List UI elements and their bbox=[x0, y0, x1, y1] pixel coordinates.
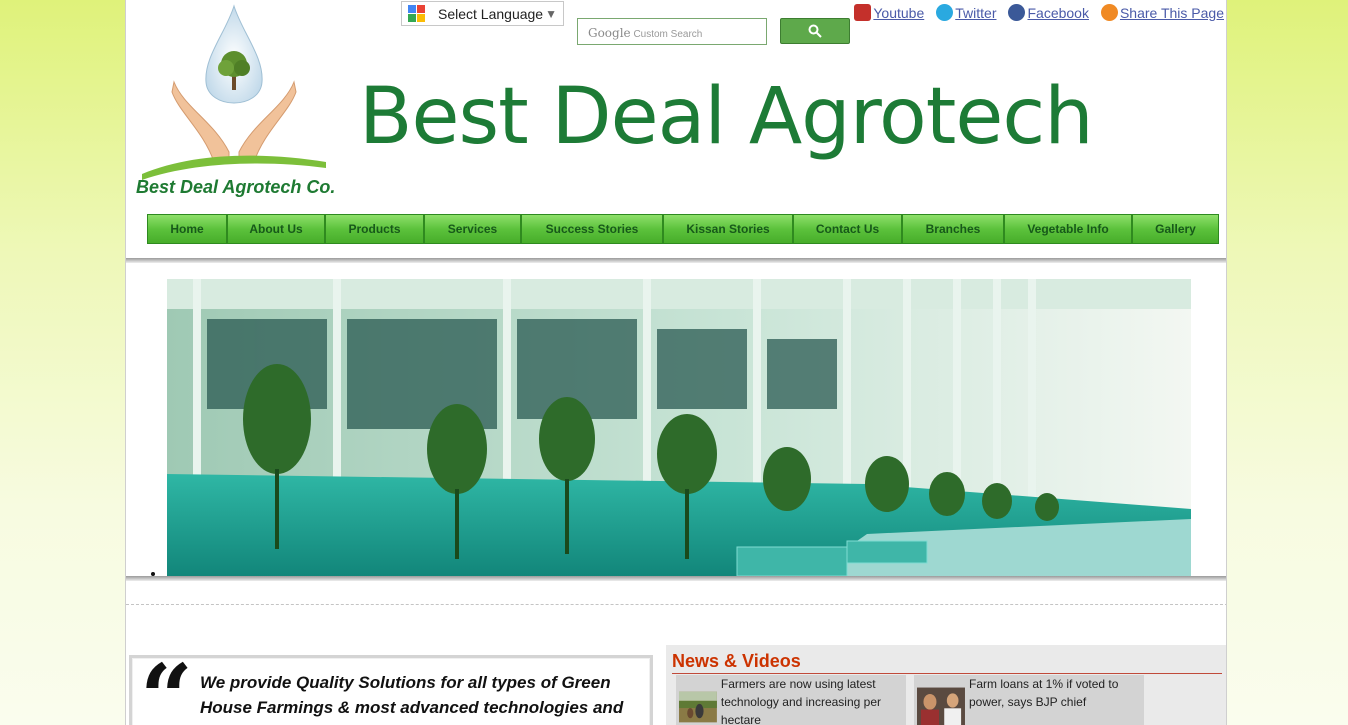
social-links: Youtube Twitter Facebook Share This Page bbox=[854, 4, 1224, 21]
facebook-icon bbox=[1008, 4, 1026, 21]
slider-bullet[interactable] bbox=[151, 572, 155, 576]
company-logo[interactable] bbox=[134, 2, 334, 202]
chevron-down-icon: ▼ bbox=[545, 6, 557, 21]
search-icon bbox=[808, 24, 822, 38]
search-input[interactable]: Google Custom Search bbox=[577, 18, 767, 45]
news-heading: News & Videos bbox=[672, 651, 1222, 674]
language-select[interactable]: Select Language ▼ bbox=[401, 1, 564, 26]
search-placeholder: Custom Search bbox=[633, 29, 703, 40]
nav-success-stories[interactable]: Success Stories bbox=[522, 215, 664, 243]
header-divider bbox=[126, 258, 1226, 263]
nav-vegetable-info[interactable]: Vegetable Info bbox=[1005, 215, 1133, 243]
nav-gallery[interactable]: Gallery bbox=[1133, 215, 1218, 243]
nav-about-us[interactable]: About Us bbox=[228, 215, 326, 243]
nav-products[interactable]: Products bbox=[326, 215, 425, 243]
logo-caption: Best Deal Agrotech Co. bbox=[136, 177, 336, 197]
nav-services[interactable]: Services bbox=[425, 215, 522, 243]
twitter-link[interactable]: Twitter bbox=[936, 4, 996, 21]
nav-branches[interactable]: Branches bbox=[903, 215, 1005, 243]
news-thumbnail-politicians bbox=[917, 687, 965, 725]
nav-contact-us[interactable]: Contact Us bbox=[794, 215, 903, 243]
intro-quote: “ We provide Quality Solutions for all t… bbox=[129, 644, 653, 725]
search-brand: Google bbox=[588, 26, 631, 40]
quote-mark-icon: “ bbox=[140, 644, 193, 725]
greenhouse-banner-image[interactable] bbox=[167, 279, 1191, 576]
share-page-link[interactable]: Share This Page bbox=[1100, 4, 1224, 21]
rss-share-icon bbox=[1100, 4, 1118, 21]
news-item[interactable]: Farmers are now using latest technology … bbox=[676, 675, 906, 725]
youtube-icon bbox=[854, 4, 872, 21]
google-translate-icon bbox=[408, 4, 426, 23]
banner-divider bbox=[126, 576, 1226, 581]
main-nav: Home About Us Products Services Success … bbox=[147, 214, 1219, 244]
nav-kissan-stories[interactable]: Kissan Stories bbox=[664, 215, 794, 243]
news-item-text: Farmers are now using latest technology … bbox=[720, 677, 881, 725]
news-item[interactable]: Farm loans at 1% if voted to power, says… bbox=[914, 675, 1144, 725]
page-container: Best Deal Agrotech Co. Select Language ▼… bbox=[125, 0, 1227, 725]
nav-home[interactable]: Home bbox=[148, 215, 228, 243]
dashed-divider bbox=[126, 604, 1226, 605]
facebook-link[interactable]: Facebook bbox=[1008, 4, 1089, 21]
twitter-icon bbox=[936, 4, 954, 21]
site-title: Best Deal Agrotech bbox=[359, 72, 1094, 162]
news-section: News & Videos Farmers are now using late… bbox=[666, 645, 1226, 725]
language-select-label: Select Language bbox=[438, 5, 544, 22]
news-item-text: Farm loans at 1% if voted to power, says… bbox=[968, 677, 1119, 709]
quote-text: We provide Quality Solutions for all typ… bbox=[200, 673, 624, 717]
youtube-link[interactable]: Youtube bbox=[854, 4, 924, 21]
news-thumbnail-farmers bbox=[679, 691, 717, 723]
search-button[interactable] bbox=[780, 18, 850, 44]
